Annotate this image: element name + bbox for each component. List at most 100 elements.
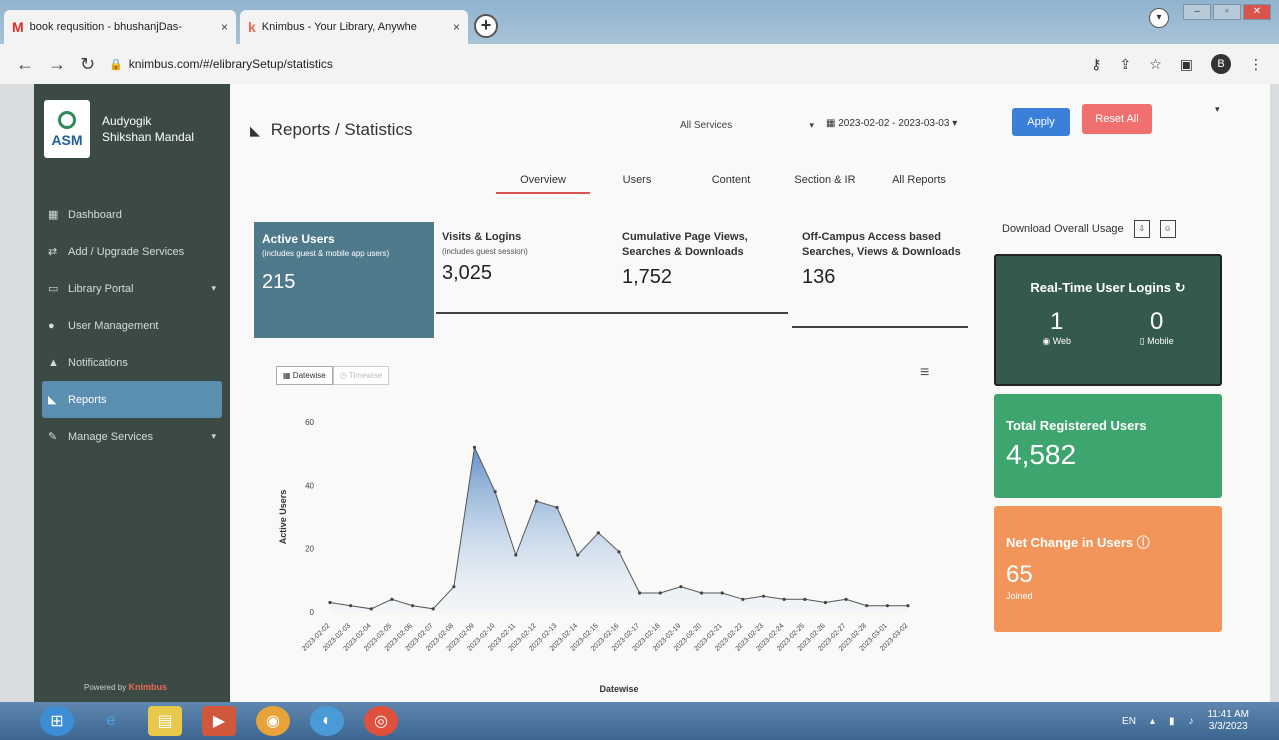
- close-window-button[interactable]: ✕: [1243, 4, 1271, 20]
- chart-point[interactable]: [514, 553, 518, 557]
- realtime-stats: 1 ◉ Web 0 ▯ Mobile: [1008, 308, 1208, 347]
- new-tab-button[interactable]: +: [474, 14, 498, 38]
- chart-point[interactable]: [865, 604, 869, 608]
- close-tab-icon[interactable]: ×: [447, 20, 460, 34]
- file-explorer-icon[interactable]: ▤: [148, 706, 182, 736]
- chart-point[interactable]: [431, 607, 435, 611]
- tab-overview[interactable]: Overview: [496, 174, 590, 194]
- account-dropdown-icon[interactable]: ▾: [1215, 104, 1220, 115]
- chart-point[interactable]: [782, 597, 786, 601]
- app-icon[interactable]: ◐: [310, 706, 344, 736]
- sidepanel-icon[interactable]: ▣: [1180, 56, 1193, 73]
- close-tab-icon[interactable]: ×: [215, 20, 228, 34]
- tab-users[interactable]: Users: [590, 174, 684, 194]
- download-csv-icon[interactable]: ⇩: [1133, 220, 1150, 238]
- institution-name: Audyogik Shikshan Mandal: [102, 113, 194, 145]
- chart-point[interactable]: [534, 499, 539, 503]
- sidebar-item-manage-services[interactable]: ✎ Manage Services ▾: [34, 418, 230, 455]
- chart-point[interactable]: [823, 600, 828, 605]
- info-icon[interactable]: ⓘ: [1137, 535, 1150, 550]
- sidebar-item-library-portal[interactable]: ▭ Library Portal ▾: [34, 270, 230, 307]
- chart-menu-hamburger-icon[interactable]: ≡: [920, 364, 929, 382]
- chart-point[interactable]: [906, 604, 910, 608]
- chart-point[interactable]: [720, 591, 724, 595]
- download-user-icon[interactable]: ☺: [1159, 220, 1176, 238]
- chart-point[interactable]: [596, 531, 600, 535]
- upgrade-icon: ⇄: [48, 246, 58, 258]
- chart-point[interactable]: [390, 597, 394, 601]
- language-indicator[interactable]: EN: [1122, 716, 1136, 727]
- media-player-icon[interactable]: ▶: [202, 706, 236, 736]
- tab-section-ir[interactable]: Section & IR: [778, 174, 872, 194]
- chart-y-axis-label: Active Users: [278, 490, 288, 545]
- chrome-icon[interactable]: ◎: [364, 706, 398, 736]
- stat-page-views: Cumulative Page Views, Searches & Downlo…: [622, 230, 782, 289]
- chart-point[interactable]: [699, 591, 704, 595]
- chart-point[interactable]: [679, 585, 683, 589]
- more-menu-icon[interactable]: ⋮: [1249, 56, 1263, 73]
- chart-mode-toggle: ▦ Datewise ◷ Timewise: [276, 366, 390, 385]
- apply-button[interactable]: Apply: [1012, 108, 1070, 136]
- stat-off-campus: Off-Campus Access based Searches, Views …: [802, 230, 972, 289]
- chart-point[interactable]: [472, 445, 477, 449]
- sidebar-item-notifications[interactable]: ▲ Notifications: [34, 344, 230, 381]
- network-icon[interactable]: ▮: [1169, 716, 1175, 727]
- internet-explorer-icon[interactable]: e: [94, 706, 128, 736]
- chart-point[interactable]: [741, 597, 745, 601]
- forward-arrow-icon[interactable]: →: [48, 54, 66, 75]
- stat-value: 1,752: [622, 266, 673, 288]
- tray-arrow-icon[interactable]: ▴: [1150, 716, 1155, 727]
- key-icon[interactable]: ⚷: [1091, 56, 1101, 73]
- chart-point[interactable]: [638, 591, 642, 595]
- refresh-icon[interactable]: ↻: [1175, 280, 1186, 295]
- browser-tab-knimbus[interactable]: k Knimbus - Your Library, Anywhe ×: [240, 10, 468, 44]
- url-field[interactable]: knimbus.com/#/elibrarySetup/statistics: [129, 57, 333, 71]
- web-logins-label: ◉ Web: [1042, 336, 1071, 347]
- sidebar-item-dashboard[interactable]: ▦ Dashboard: [34, 196, 230, 233]
- chart-point[interactable]: [410, 604, 415, 608]
- date-range-picker[interactable]: ▦ 2023-02-02 - 2023-03-03 ▾: [826, 118, 957, 129]
- bookmark-star-icon[interactable]: ☆: [1149, 56, 1162, 73]
- chart-point[interactable]: [658, 591, 662, 595]
- card-label: Joined: [1006, 591, 1033, 601]
- tab-content[interactable]: Content: [684, 174, 778, 194]
- service-select[interactable]: All Services ▾: [680, 120, 814, 131]
- chart-point[interactable]: [369, 607, 373, 611]
- chart-point[interactable]: [555, 505, 559, 510]
- back-arrow-icon[interactable]: ←: [16, 54, 34, 75]
- clock[interactable]: 11:41 AM 3/3/2023: [1207, 709, 1249, 733]
- maximize-button[interactable]: ▫: [1213, 4, 1241, 20]
- timewise-button[interactable]: ◷ Timewise: [332, 366, 390, 385]
- chart-y-tick-label: 40: [305, 481, 314, 490]
- sidebar-item-add-upgrade-services[interactable]: ⇄ Add / Upgrade Services: [34, 233, 230, 270]
- chart-point[interactable]: [844, 597, 848, 601]
- chart-point[interactable]: [493, 490, 497, 494]
- start-button-icon[interactable]: ⊞: [40, 706, 74, 736]
- tab-all-reports[interactable]: All Reports: [872, 174, 966, 194]
- profile-avatar[interactable]: B: [1211, 54, 1231, 74]
- share-icon[interactable]: ⇪: [1119, 56, 1131, 73]
- reload-icon[interactable]: ↻: [80, 54, 95, 75]
- chart-point[interactable]: [761, 594, 766, 598]
- web-logins-value: 1: [1049, 308, 1064, 335]
- card-title: Total Registered Users: [1006, 418, 1147, 433]
- chart-point[interactable]: [885, 604, 889, 608]
- lock-icon[interactable]: 🔒: [109, 58, 123, 71]
- volume-icon[interactable]: ♪: [1188, 716, 1193, 727]
- datewise-button[interactable]: ▦ Datewise: [276, 366, 333, 385]
- firefox-icon[interactable]: ◉: [256, 706, 290, 736]
- sidebar-item-reports[interactable]: ◣ Reports: [42, 381, 222, 418]
- chart-point[interactable]: [349, 604, 353, 608]
- chart-point[interactable]: [452, 585, 456, 589]
- chart-point[interactable]: [328, 600, 332, 605]
- stat-title: Off-Campus Access based Searches, Views …: [802, 231, 961, 258]
- minimize-button[interactable]: –: [1183, 4, 1211, 20]
- area-chart-icon: ◣: [250, 123, 260, 138]
- sidebar-item-user-management[interactable]: ● User Management: [34, 307, 230, 344]
- tab-search-chevron-icon[interactable]: ▾: [1149, 8, 1169, 28]
- chart-point[interactable]: [803, 597, 807, 601]
- chart-point[interactable]: [576, 553, 580, 557]
- browser-tab-gmail[interactable]: M book requsition - bhushanjDas- ×: [4, 10, 236, 44]
- reset-all-button[interactable]: Reset All: [1082, 104, 1152, 134]
- chart-point[interactable]: [617, 550, 621, 554]
